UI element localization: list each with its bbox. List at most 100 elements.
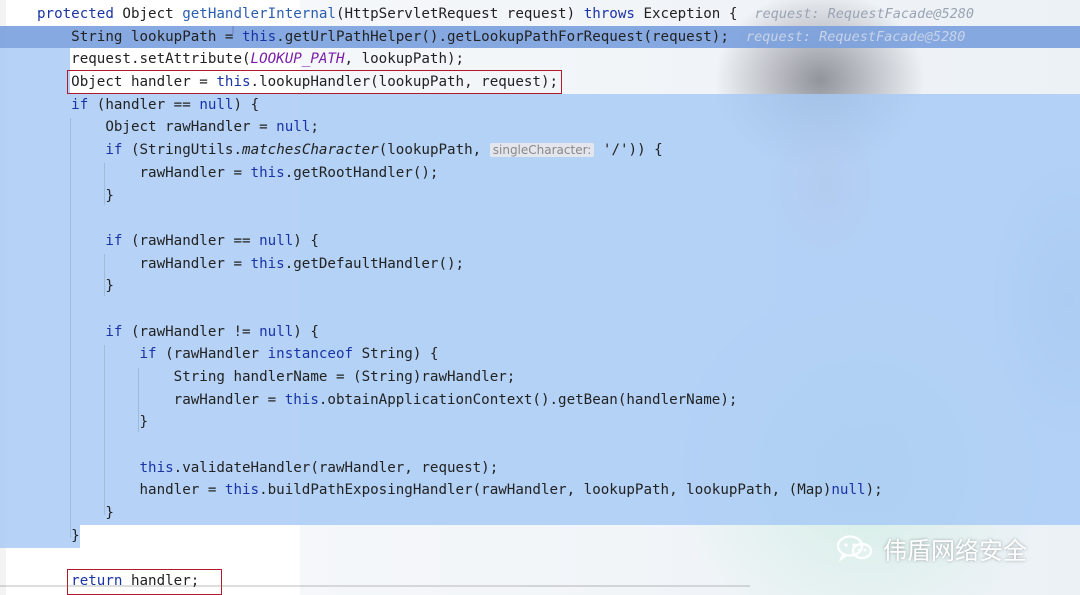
code-token: if	[139, 346, 157, 363]
code-token: null	[276, 119, 311, 136]
code-line[interactable]	[0, 434, 1080, 457]
code-token: (handler ==	[88, 96, 200, 113]
code-line[interactable]: }	[0, 275, 1080, 298]
code-token: if	[105, 323, 123, 340]
code-line[interactable]: handler = this.buildPathExposingHandler(…	[0, 479, 1080, 503]
code-token: throws	[583, 6, 635, 22]
code-text: }	[0, 505, 114, 521]
code-token: null	[259, 323, 294, 340]
parameter-hint: singleCharacter:	[489, 143, 595, 158]
code-token: Object handler =	[37, 74, 217, 91]
code-line[interactable]: if (rawHandler instanceof String) {	[0, 343, 1080, 366]
code-token: this	[224, 482, 260, 499]
code-text: handler = this.buildPathExposingHandler(…	[0, 482, 883, 499]
code-token: .getRootHandler();	[284, 164, 439, 181]
code-token: '/')) {	[594, 142, 663, 159]
code-token: .validateHandler(rawHandler, request);	[173, 459, 499, 476]
code-text: }	[0, 528, 80, 544]
selection-highlight	[0, 502, 1080, 525]
code-line[interactable]: rawHandler = this.getDefaultHandler();	[0, 252, 1080, 276]
code-text: protected Object getHandlerInternal(Http…	[0, 6, 974, 22]
code-token: Object rawHandler =	[37, 119, 277, 136]
code-token: this	[250, 164, 285, 181]
code-editor[interactable]: protected Object getHandlerInternal(Http…	[0, 3, 1080, 593]
code-line[interactable]: rawHandler = this.obtainApplicationConte…	[0, 388, 1080, 412]
code-line[interactable]: String lookupPath = this.getUrlPathHelpe…	[0, 25, 1080, 49]
code-line[interactable]: if (handler == null) {	[0, 93, 1080, 117]
code-line[interactable]: if (rawHandler != null) {	[0, 320, 1080, 344]
code-token: ;	[310, 119, 319, 136]
indent-guide	[104, 163, 105, 205]
code-token: LOOKUP_PATH	[250, 51, 345, 68]
selection-highlight	[0, 411, 1080, 435]
watermark-text: 伟盾网络安全	[883, 536, 1027, 565]
code-token: null	[199, 96, 234, 113]
code-line[interactable]: String handlerName = (String)rawHandler;	[0, 366, 1080, 389]
code-token: this	[250, 255, 285, 272]
code-token: }	[37, 414, 149, 431]
selection-highlight	[0, 207, 1080, 230]
code-line[interactable]: if (rawHandler == null) {	[0, 229, 1080, 253]
code-token: handler =	[37, 482, 225, 499]
code-line[interactable]: Object handler = this.lookupHandler(look…	[0, 71, 1080, 94]
debug-value-hint: request: RequestFacade@5280	[754, 6, 974, 22]
code-text: this.validateHandler(rawHandler, request…	[0, 459, 499, 476]
code-token: this	[242, 28, 277, 45]
code-line[interactable]: if (StringUtils.matchesCharacter(lookupP…	[0, 139, 1080, 162]
code-line[interactable]: }	[0, 411, 1080, 435]
indent-guide	[70, 118, 71, 538]
code-token: , lookupPath);	[344, 51, 465, 68]
code-token: (rawHandler !=	[122, 323, 260, 340]
code-token: (lookupPath,	[378, 142, 490, 159]
code-token: }	[37, 505, 114, 522]
code-token: protected	[37, 6, 114, 22]
code-line[interactable]: }	[0, 502, 1080, 525]
code-token: .getUrlPathHelper().getLookupPathForRequ…	[276, 28, 746, 45]
code-token: rawHandler =	[37, 391, 285, 408]
code-line[interactable]	[0, 297, 1080, 321]
code-text: request.setAttribute(LOOKUP_PATH, lookup…	[0, 51, 464, 67]
watermark: 伟盾网络安全	[835, 530, 1027, 566]
selection-highlight	[0, 297, 1080, 321]
code-token: request.setAttribute(	[37, 51, 251, 68]
code-token: }	[37, 527, 80, 544]
code-token: }	[37, 187, 114, 204]
selection-highlight	[0, 275, 1080, 298]
code-token: ) {	[293, 323, 319, 340]
code-text: if (rawHandler != null) {	[0, 324, 319, 340]
code-token: }	[37, 278, 114, 295]
indent-guide	[104, 254, 105, 296]
code-token: .obtainApplicationContext().getBean(hand…	[318, 391, 738, 408]
code-line[interactable]: return handler;	[0, 570, 1080, 593]
code-line[interactable]: rawHandler = this.getRootHandler();	[0, 161, 1080, 185]
code-token: );	[865, 482, 883, 499]
code-text: if (rawHandler instanceof String) {	[0, 346, 439, 363]
code-line[interactable]: this.validateHandler(rawHandler, request…	[0, 456, 1080, 480]
code-token: null	[831, 482, 866, 499]
code-text: Object rawHandler = null;	[0, 119, 319, 135]
code-token: Exception {	[634, 6, 755, 22]
selection-highlight	[0, 184, 1080, 208]
code-token: getHandlerInternal	[182, 6, 336, 22]
code-token: Object	[113, 6, 183, 22]
indent-guide	[138, 368, 139, 432]
code-line[interactable]: protected Object getHandlerInternal(Http…	[0, 3, 1080, 26]
code-line[interactable]: }	[0, 184, 1080, 208]
code-line[interactable]: request.setAttribute(LOOKUP_PATH, lookup…	[0, 48, 1080, 72]
code-token: ) {	[233, 96, 260, 113]
code-line[interactable]: Object rawHandler = null;	[0, 116, 1080, 140]
code-token: this	[284, 391, 319, 408]
indent-guide	[104, 345, 105, 515]
code-token: .getDefaultHandler();	[284, 255, 465, 272]
horizontal-scrollbar[interactable]	[0, 585, 750, 587]
code-token: .lookupHandler(lookupPath, request);	[250, 74, 559, 91]
code-text: Object handler = this.lookupHandler(look…	[0, 74, 558, 90]
code-line[interactable]	[0, 207, 1080, 230]
code-token: ) {	[293, 232, 319, 249]
wechat-icon	[835, 534, 875, 562]
